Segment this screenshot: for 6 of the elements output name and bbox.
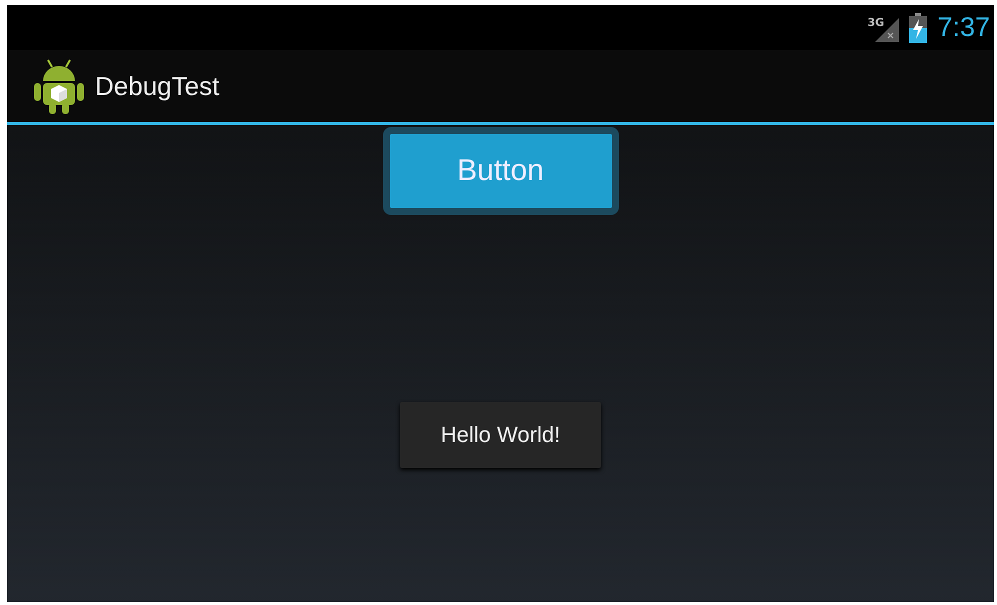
android-robot-icon xyxy=(33,57,85,115)
app-title: DebugTest xyxy=(95,70,220,102)
battery-icon xyxy=(909,12,928,42)
clock-time: 7:37 xyxy=(937,12,990,43)
button[interactable]: Button xyxy=(382,127,618,215)
toast-message: Hello World! xyxy=(400,402,601,468)
